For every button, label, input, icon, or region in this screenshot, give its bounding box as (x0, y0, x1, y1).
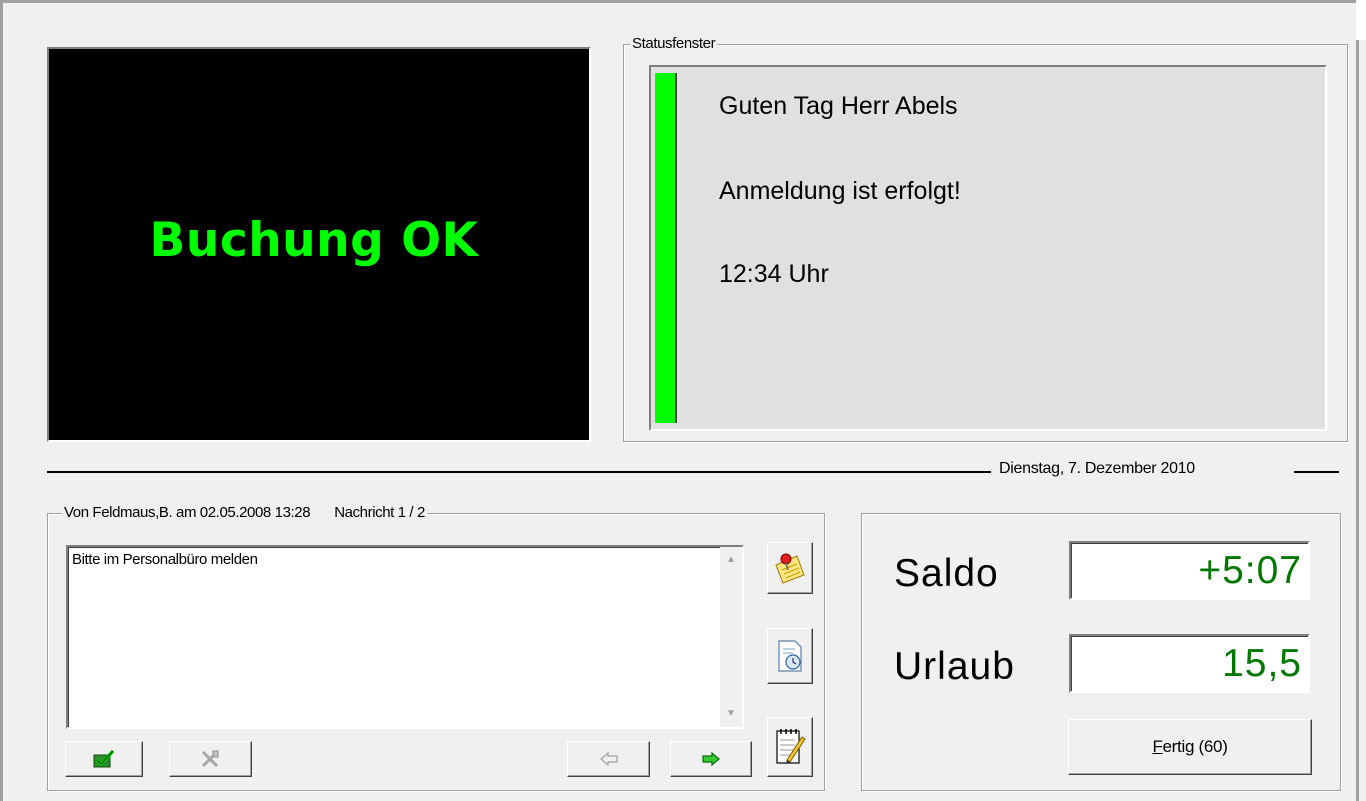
document-clock-icon (775, 639, 805, 673)
arrow-right-icon (701, 751, 721, 767)
done-button-mnemonic: F (1152, 737, 1163, 756)
date-separator-right (1294, 471, 1339, 473)
message-body: Bitte im Personalbüro melden (72, 551, 258, 568)
login-status-text: Anmeldung ist erfolgt! (719, 177, 961, 205)
date-separator-left (47, 471, 991, 473)
window-right-border (1356, 40, 1359, 801)
done-button[interactable]: Fertig (60) (1068, 719, 1312, 775)
message-counter: Nachricht 1 / 2 (334, 504, 425, 521)
status-window-legend: Statusfenster (630, 34, 718, 54)
booking-display: Buchung OK (47, 47, 591, 442)
accept-message-button[interactable] (65, 741, 143, 777)
time-text: 12:34 Uhr (719, 260, 829, 288)
message-sender: Von Feldmaus,B. am 02.05.2008 13:28 (64, 504, 311, 521)
message-schedule-button[interactable] (767, 628, 813, 684)
urlaub-value-field: 15,5 (1069, 634, 1310, 693)
status-window-group: Statusfenster Guten Tag Herr Abels Anmel… (623, 34, 1348, 442)
balance-group: Saldo +5:07 Urlaub 15,5 Fertig (60) (861, 513, 1341, 791)
scroll-down-arrow-icon[interactable]: ▼ (720, 703, 742, 725)
pin-note-button[interactable] (767, 542, 813, 594)
message-legend: Von Feldmaus,B. am 02.05.2008 13:28 Nachr… (62, 503, 427, 523)
delete-message-button[interactable] (169, 741, 252, 777)
next-message-button[interactable] (670, 741, 752, 777)
status-indicator-bar (655, 73, 677, 423)
write-note-button[interactable] (767, 717, 813, 777)
message-group: Von Feldmaus,B. am 02.05.2008 13:28 Nachr… (47, 503, 825, 791)
urlaub-label: Urlaub (894, 645, 1015, 688)
message-textarea[interactable]: Bitte im Personalbüro melden ▲ ▼ (66, 545, 744, 729)
saldo-label: Saldo (894, 552, 999, 595)
current-date: Dienstag, 7. Dezember 2010 (999, 460, 1195, 477)
previous-message-button[interactable] (567, 741, 650, 777)
greeting-text: Guten Tag Herr Abels (719, 92, 958, 120)
booking-status-text: Buchung OK (149, 213, 479, 268)
scroll-up-arrow-icon[interactable]: ▲ (720, 549, 742, 571)
window-corner (1356, 0, 1366, 40)
delete-icon (200, 749, 222, 769)
checkmark-icon (93, 749, 115, 769)
status-panel: Guten Tag Herr Abels Anmeldung ist erfol… (649, 65, 1327, 431)
app-window: Buchung OK Statusfenster Guten Tag Herr … (0, 0, 1366, 801)
arrow-left-icon (599, 751, 619, 767)
saldo-value-field: +5:07 (1069, 541, 1310, 600)
pinned-note-icon (773, 551, 807, 585)
notepad-pencil-icon (773, 727, 807, 767)
done-button-label: ertig (60) (1162, 737, 1228, 756)
message-scrollbar[interactable]: ▲ ▼ (720, 547, 742, 727)
